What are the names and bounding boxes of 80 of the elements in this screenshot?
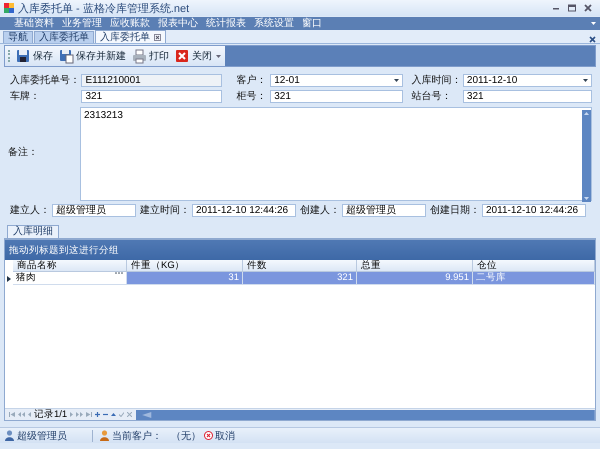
dropdown-icon: [394, 78, 400, 82]
first-record-icon: [9, 412, 15, 417]
up-icon: [111, 413, 116, 416]
last-record-icon: [86, 412, 92, 417]
text-field[interactable]: 超级管理员: [52, 204, 136, 216]
document-tab[interactable]: 入库委托单: [34, 31, 94, 43]
menu-item[interactable]: 统计报表: [202, 17, 250, 30]
field-label: 站台号：: [411, 90, 452, 103]
text-field[interactable]: 321: [81, 90, 222, 102]
record-counter: 记录1/1: [34, 408, 68, 421]
field-label: 柜号：: [236, 90, 268, 103]
menu-item[interactable]: 窗口: [298, 17, 326, 30]
menu-item[interactable]: 报表中心: [154, 17, 202, 30]
text-field[interactable]: 2011-12-10 12:44:26: [192, 204, 296, 216]
column-header[interactable]: 仓位: [473, 260, 595, 272]
detail-tab[interactable]: 入库明细: [7, 225, 59, 238]
remove-icon: [103, 412, 108, 417]
field-label: 建立时间：: [140, 204, 191, 217]
text-field[interactable]: 321: [462, 90, 592, 102]
printer-icon: [132, 48, 147, 64]
window-title: 入库委托单 - 蓝格冷库管理系统.net: [18, 2, 190, 16]
document-tab[interactable]: 入库委托单: [95, 30, 166, 43]
user-icon: [5, 430, 14, 441]
person-icon: [100, 430, 109, 441]
text-field[interactable]: 321: [270, 90, 404, 102]
close-icon: [154, 34, 161, 40]
maximize-icon: [568, 4, 576, 12]
cancel-link[interactable]: 取消: [204, 428, 235, 442]
row-pointer-icon: [7, 276, 11, 282]
table-cell: 321: [243, 272, 357, 285]
field-label: 创建日期：: [430, 204, 481, 217]
toolbar-button[interactable]: 关闭: [173, 48, 214, 64]
previous-record-icon: [28, 412, 31, 417]
memo-field[interactable]: 2313213: [80, 107, 592, 201]
status-value: （无）: [171, 430, 201, 442]
text-field[interactable]: 2011-12-10 12:44:26: [482, 204, 586, 216]
table-cell: 猪肉: [13, 272, 127, 285]
menu-item[interactable]: 基础资料: [10, 17, 58, 30]
current-user: 超级管理员: [17, 430, 67, 442]
table-cell: 二号库: [473, 272, 595, 285]
dropdown-icon: [582, 78, 588, 82]
toolbar-button[interactable]: 打印: [130, 48, 171, 64]
text-field[interactable]: 超级管理员: [342, 204, 426, 216]
field-label: 建立人：: [10, 204, 51, 217]
group-panel-hint: 拖动列标题到这进行分组: [5, 240, 595, 260]
table-cell: 31: [127, 272, 243, 285]
toolbar-button[interactable]: 保存: [14, 48, 55, 64]
dropdown-icon: [216, 54, 221, 58]
column-header[interactable]: 件数: [243, 260, 357, 272]
column-header[interactable]: 总重: [357, 260, 473, 272]
field-label: 创建人：: [300, 204, 341, 217]
cancel-icon: [204, 431, 213, 440]
close-icon: [589, 36, 596, 43]
column-header[interactable]: 商品名称: [13, 260, 127, 272]
field-label: 客户：: [236, 74, 268, 87]
dropdown-icon: [591, 22, 596, 25]
check-icon: [119, 412, 124, 417]
document-tab[interactable]: 导航: [3, 31, 33, 43]
table-cell: 9.951: [357, 272, 473, 285]
add-icon: [95, 412, 100, 417]
field-label: 车牌：: [10, 90, 41, 103]
field-label: 入库时间：: [411, 74, 462, 87]
menu-item[interactable]: 系统设置: [250, 17, 298, 30]
next-page-icon: [76, 412, 84, 417]
column-header[interactable]: 件重（KG）: [127, 260, 243, 272]
toolbar-button[interactable]: 保存并新建: [57, 48, 128, 64]
dropdown-field[interactable]: 12-01: [270, 74, 404, 86]
close-icon: [175, 48, 190, 64]
field-label: 入库委托单号：: [10, 74, 81, 87]
menu-item[interactable]: 应收账款: [106, 17, 154, 30]
menu-item[interactable]: 业务管理: [58, 17, 106, 30]
dropdown-field[interactable]: 2011-12-10: [462, 74, 592, 86]
previous-page-icon: [18, 412, 25, 417]
cancel-icon: [127, 412, 132, 417]
close-icon: [584, 4, 592, 12]
text-field[interactable]: E111210001: [81, 74, 222, 86]
next-record-icon: [70, 412, 74, 417]
app-icon: [4, 3, 14, 13]
status-label: 当前客户：: [112, 430, 162, 442]
field-label: 备注：: [8, 146, 39, 159]
